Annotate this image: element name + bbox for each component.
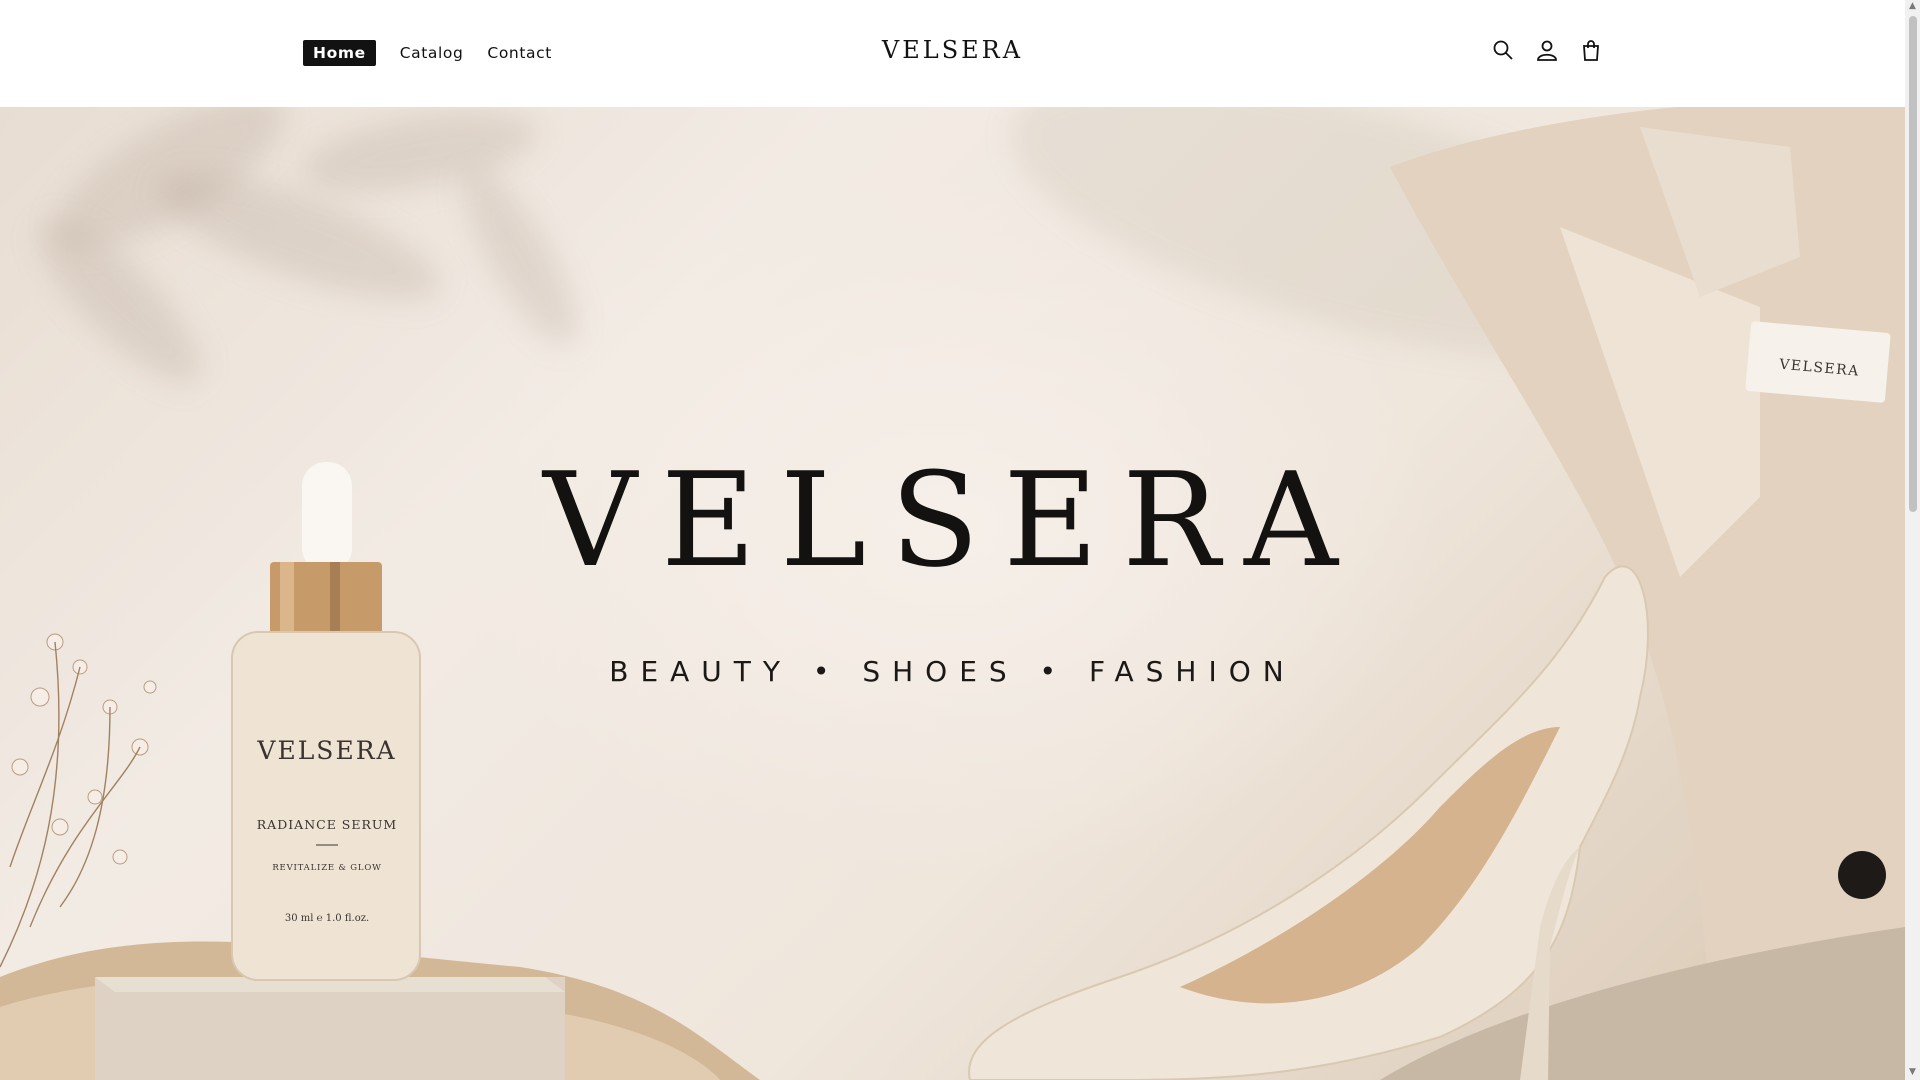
flower-stems [0, 641, 141, 968]
blazer-button [1838, 851, 1886, 899]
hero-title: VELSERA [543, 444, 1362, 596]
page-scrollbar[interactable]: ▲ ▼ [1905, 0, 1920, 1080]
hero-tagline: BEAUTY • SHOES • FASHION [609, 655, 1296, 688]
site-logo[interactable]: VELSERA [0, 36, 1905, 64]
cart-icon[interactable] [1579, 38, 1603, 62]
scroll-down-icon[interactable]: ▼ [1908, 1068, 1917, 1077]
account-icon[interactable] [1535, 38, 1559, 62]
scroll-up-icon[interactable]: ▲ [1908, 2, 1917, 11]
scroll-thumb[interactable] [1909, 16, 1917, 512]
serum-subtitle: REVITALIZE & GLOW [272, 863, 381, 873]
serum-volume: 30 ml ℮ 1.0 fl.oz. [285, 913, 369, 924]
serum-name: RADIANCE SERUM [257, 817, 397, 832]
serum-brand: VELSERA [256, 736, 396, 765]
stone-plinth [95, 977, 565, 1080]
site-header: Home Catalog Contact VELSERA [0, 0, 1905, 107]
header-icons [1491, 38, 1603, 62]
search-icon[interactable] [1491, 38, 1515, 62]
hero-banner: VELSERA RADIANCE SERUM REVITALIZE & GLOW… [0, 107, 1905, 1080]
